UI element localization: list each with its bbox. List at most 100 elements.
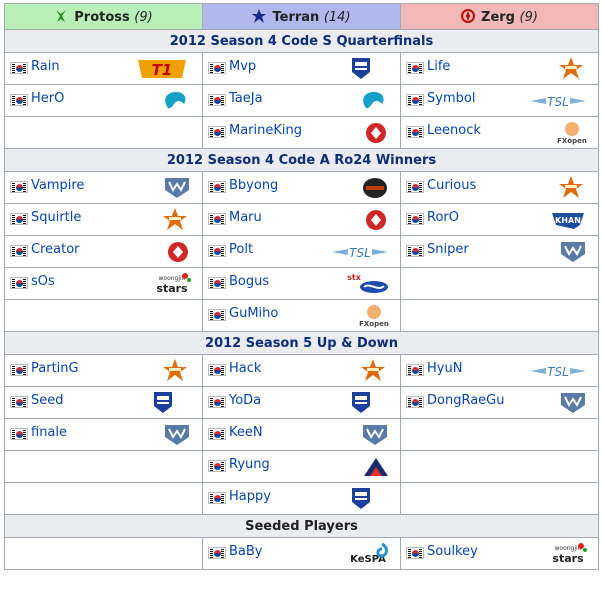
incredible-miracle-logo-icon [352,488,370,509]
player-name-link[interactable]: Happy [229,489,271,504]
player-name-link[interactable]: GuMiho [229,306,278,321]
player-name-link[interactable]: Sniper [427,242,469,257]
player-name-link[interactable]: TaeJa [229,91,263,106]
player-name-link[interactable]: YoDa [229,393,261,408]
south-korea-flag-icon [208,492,226,504]
player-name-link[interactable]: HyuN [427,361,462,376]
tsl-logo-icon: TSL [530,365,586,379]
player-cell: HyuN TSL [400,354,599,387]
empty-cell [400,482,599,515]
incredible-miracle-logo-icon [352,392,370,413]
prime-logo-icon [168,242,188,262]
player-name-link[interactable]: Maru [229,210,262,225]
table-row: HerO TaeJa Symbol TSL [4,84,599,117]
player-name-link[interactable]: Seed [31,393,64,408]
south-korea-flag-icon [406,245,424,257]
zerg-label: Zerg [481,9,515,25]
player-cell: Soulkey woongjin stars [400,537,599,570]
player-cell: Polt TSL [202,235,401,268]
player-name-link[interactable]: HerO [31,91,64,106]
woongjin-stars-logo-icon: woongjinstars [156,273,191,295]
player-name-link[interactable]: sOs [31,274,55,289]
player-cell: GuMiho FXopen [202,299,401,332]
south-korea-flag-icon [208,126,226,138]
player-cell: Creator [4,235,203,268]
player-name-link[interactable]: RorO [427,210,459,225]
prime-logo-icon [366,123,386,143]
south-korea-flag-icon [208,428,226,440]
south-korea-flag-icon [208,547,226,559]
player-name-link[interactable]: Symbol [427,91,475,106]
player-name-link[interactable]: Rain [31,59,60,74]
zerg-column-header[interactable]: Zerg (9) [400,3,599,30]
player-name-link[interactable]: MarineKing [229,123,302,138]
ozone-logo-icon [363,178,387,198]
player-name-link[interactable]: Hack [229,361,261,376]
player-name-link[interactable]: finale [31,425,67,440]
south-korea-flag-icon [208,245,226,257]
player-name-link[interactable]: Soulkey [427,544,478,559]
player-name-link[interactable]: PartinG [31,361,79,376]
mvp-logo-icon [363,425,387,445]
table-row: Seed YoDa DongRaeGu [4,386,599,419]
terran-column-header[interactable]: Terran (14) [202,3,401,30]
svg-text:TSL: TSL [547,365,569,379]
player-name-link[interactable]: BaBy [229,544,263,559]
tsl-logo-icon: TSL [530,95,586,109]
liquid-logo-icon [165,92,186,109]
player-name-link[interactable]: Curious [427,178,476,193]
startale-logo-icon [559,57,583,79]
south-korea-flag-icon [10,245,28,257]
south-korea-flag-icon [10,428,28,440]
player-cell: Mvp [202,52,401,85]
terran-icon [252,8,267,23]
player-name-link[interactable]: Squirtle [31,210,81,225]
section-header-row: 2012 Season 4 Code S Quarterfinals [4,29,599,53]
mvp-logo-icon [561,393,585,413]
fxopen-logo-icon: FXopen [557,122,587,145]
south-korea-flag-icon [10,181,28,193]
table-row: Happy [4,482,599,515]
empty-cell [4,537,203,570]
south-korea-flag-icon [406,126,424,138]
table-row: sOs woongjin stars Bogus stx [4,267,599,300]
player-name-link[interactable]: Bbyong [229,178,278,193]
table-row: Ryung [4,450,599,483]
kespa-logo-icon: KeSPA [350,542,388,565]
table-row: BaBy KeSPA Soulkey woongjin stars [4,537,599,570]
player-name-link[interactable]: Leenock [427,123,481,138]
svg-text:stars: stars [156,282,188,295]
player-name-link[interactable]: Life [427,59,450,74]
svg-text:stars: stars [552,552,584,565]
empty-cell [4,299,203,332]
table-row: Creator Polt TSL Sniper [4,235,599,268]
player-cell: Life [400,52,599,85]
svg-text:TSL: TSL [547,95,569,109]
empty-cell [400,299,599,332]
player-name-link[interactable]: Polt [229,242,253,257]
player-name-link[interactable]: Creator [31,242,80,257]
khan-logo-icon: KHAN [552,213,584,229]
incredible-miracle-logo-icon [154,392,172,413]
protoss-column-header[interactable]: Protoss (9) [4,3,203,30]
south-korea-flag-icon [208,62,226,74]
player-name-link[interactable]: KeeN [229,425,263,440]
player-cell: Squirtle [4,203,203,236]
player-cell: Leenock FXopen [400,116,599,149]
player-name-link[interactable]: Mvp [229,59,256,74]
empty-cell [4,450,203,483]
terran-count: (14) [323,9,351,25]
player-name-link[interactable]: Vampire [31,178,84,193]
startale-logo-icon [163,208,187,230]
player-name-link[interactable]: DongRaeGu [427,393,504,408]
table-row: GuMiho FXopen [4,299,599,332]
svg-text:FXopen: FXopen [557,137,587,145]
section-title: 2012 Season 4 Code A Ro24 Winners [4,148,599,172]
player-cell: RorO KHAN [400,203,599,236]
south-korea-flag-icon [406,547,424,559]
empty-cell [4,116,203,149]
south-korea-flag-icon [208,309,226,321]
player-name-link[interactable]: Bogus [229,274,269,289]
player-name-link[interactable]: Ryung [229,457,270,472]
player-cell: sOs woongjin stars [4,267,203,300]
